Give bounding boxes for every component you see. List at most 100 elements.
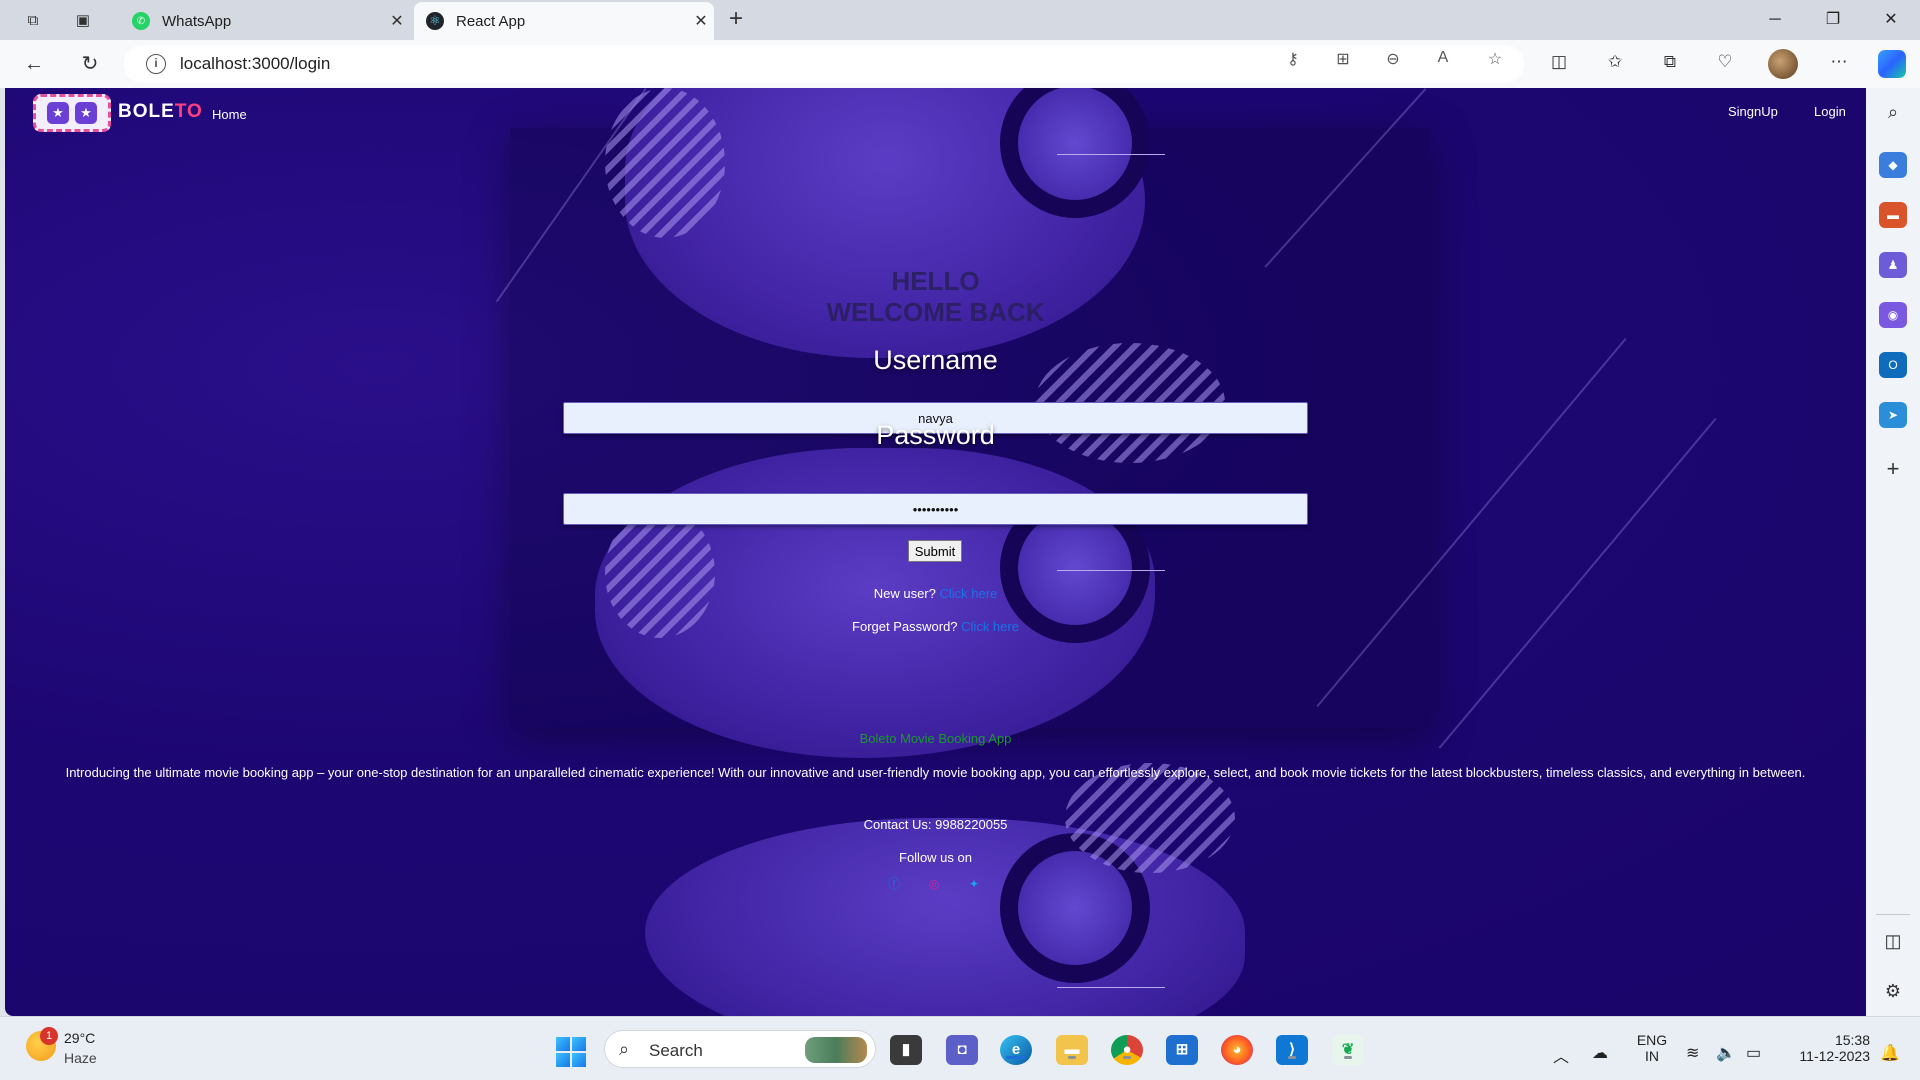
date-text: 11-12-2023 xyxy=(1799,1048,1870,1064)
more-menu-icon[interactable]: ⋯ xyxy=(1826,52,1852,76)
region-code: IN xyxy=(1645,1048,1659,1064)
read-aloud-icon[interactable]: A xyxy=(1432,49,1454,69)
close-tab-icon[interactable]: ✕ xyxy=(384,11,410,31)
submit-button[interactable]: Submit xyxy=(908,540,962,562)
teams-icon[interactable]: ◘ xyxy=(946,1035,978,1065)
ticket-star-icon: ★ xyxy=(75,102,97,124)
tab-whatsapp[interactable]: ✆ WhatsApp ✕ xyxy=(120,2,410,40)
password-key-icon[interactable]: ⚷ xyxy=(1282,49,1304,69)
new-user-text: New user? xyxy=(873,586,936,601)
tools-icon[interactable]: ▬ xyxy=(1879,202,1907,228)
url-text[interactable]: localhost:3000/login xyxy=(180,54,330,74)
page-viewport: ★ ★ BOLETO Home SingnUp Login HELLO WELC… xyxy=(5,88,1866,1016)
file-explorer-icon[interactable]: ▬ xyxy=(1056,1035,1088,1065)
hide-sidebar-icon[interactable]: ◫ xyxy=(1879,931,1907,957)
app-available-icon[interactable]: ⊞ xyxy=(1332,49,1354,69)
nav-signup-link[interactable]: SingnUp xyxy=(1728,104,1778,119)
split-screen-icon[interactable]: ◫ xyxy=(1546,52,1572,76)
running-app-indicator xyxy=(1068,1056,1076,1059)
shopping-icon[interactable]: ◆ xyxy=(1879,152,1907,178)
active-app-indicator xyxy=(1006,1056,1026,1059)
mongodb-compass-icon[interactable]: ❦ xyxy=(1332,1035,1364,1065)
vscode-icon[interactable]: ⟩ xyxy=(1276,1035,1308,1065)
search-highlight-image xyxy=(805,1037,867,1063)
outlook-icon[interactable]: O xyxy=(1879,352,1907,378)
instagram-icon[interactable]: ◎ xyxy=(927,877,941,891)
onedrive-error-icon[interactable]: ☁ xyxy=(1592,1043,1608,1063)
weather-notification-badge: 1 xyxy=(40,1027,58,1045)
minimize-button[interactable]: ─ xyxy=(1752,6,1798,34)
search-label: Search xyxy=(649,1041,703,1060)
microsoft-store-icon[interactable]: ⊞ xyxy=(1166,1035,1198,1065)
forget-password-text: Forget Password? xyxy=(852,619,958,634)
workspaces-icon[interactable]: ⧉ xyxy=(20,8,46,32)
refresh-button[interactable]: ↻ xyxy=(76,50,104,78)
restore-button[interactable]: ❐ xyxy=(1810,6,1856,34)
search-icon[interactable]: ⌕ xyxy=(1879,102,1907,128)
add-icon[interactable]: + xyxy=(1879,456,1907,482)
favorites-icon[interactable]: ✩ xyxy=(1602,52,1628,76)
twitter-icon[interactable]: ✦ xyxy=(967,877,981,891)
favorite-star-icon[interactable]: ☆ xyxy=(1484,49,1506,69)
browser-essentials-icon[interactable]: ♡ xyxy=(1712,52,1738,76)
whatsapp-icon: ✆ xyxy=(132,12,150,30)
taskbar-search[interactable]: ⌕ Search xyxy=(604,1030,876,1068)
tab-title: React App xyxy=(456,12,526,30)
footer-contact: Contact Us: 9988220055 xyxy=(863,817,1008,832)
show-hidden-icons-icon[interactable]: ︿ xyxy=(1553,1043,1569,1067)
weather-description[interactable]: Haze xyxy=(64,1050,97,1066)
greeting-welcome: WELCOME BACK xyxy=(826,297,1045,327)
password-label: Password xyxy=(876,420,995,450)
close-tab-icon[interactable]: ✕ xyxy=(688,11,714,31)
address-bar[interactable]: i localhost:3000/login xyxy=(124,45,1524,83)
facebook-icon[interactable]: ⓕ xyxy=(887,877,901,891)
task-view-icon[interactable]: ▮ xyxy=(890,1035,922,1065)
running-app-indicator xyxy=(1344,1056,1352,1059)
edge-icon[interactable]: e xyxy=(1000,1035,1032,1065)
battery-icon[interactable]: ▭ xyxy=(1746,1043,1761,1063)
profile-avatar[interactable] xyxy=(1768,49,1798,79)
background-line xyxy=(1438,418,1717,749)
firefox-icon[interactable]: ◕ xyxy=(1221,1035,1253,1065)
boleto-logo[interactable]: ★ ★ xyxy=(33,94,111,132)
background-stripes xyxy=(605,88,725,238)
forget-password-line: Forget Password? Click here xyxy=(5,619,1866,634)
signup-click-here-link[interactable]: Click here xyxy=(939,586,997,601)
new-tab-button[interactable]: + xyxy=(722,6,750,34)
address-toolbar: ← ↻ i localhost:3000/login ⚷ ⊞ ⊖ A ☆ ◫ ✩… xyxy=(0,40,1920,88)
weather-temperature[interactable]: 29°C xyxy=(64,1030,95,1046)
brand-name[interactable]: BOLETO xyxy=(118,101,203,123)
nav-home-link[interactable]: Home xyxy=(212,107,247,122)
nav-login-link[interactable]: Login xyxy=(1814,104,1846,119)
zoom-icon[interactable]: ⊖ xyxy=(1382,49,1404,69)
games-icon[interactable]: ♟ xyxy=(1879,252,1907,278)
background-line xyxy=(1057,987,1165,988)
copilot-icon[interactable] xyxy=(1878,50,1906,78)
settings-gear-icon[interactable]: ⚙ xyxy=(1879,981,1907,1007)
background-line xyxy=(1057,154,1165,155)
username-label: Username xyxy=(873,345,998,375)
collections-icon[interactable]: ⧉ xyxy=(1657,52,1683,76)
password-input[interactable] xyxy=(563,493,1308,525)
footer-follow: Follow us on xyxy=(899,850,972,865)
edge-sidebar: ⌕ ◆ ▬ ♟ ◉ O ➤ + ◫ ⚙ xyxy=(1866,88,1920,1016)
chrome-icon[interactable]: ● xyxy=(1111,1035,1143,1065)
clock[interactable]: 15:38 11-12-2023 xyxy=(1786,1032,1870,1064)
site-info-icon[interactable]: i xyxy=(146,54,166,74)
footer-title: Boleto Movie Booking App xyxy=(859,731,1012,746)
forget-password-link[interactable]: Click here xyxy=(961,619,1019,634)
volume-icon[interactable]: 🔈 xyxy=(1716,1043,1736,1063)
wifi-icon[interactable]: ≋ xyxy=(1686,1043,1699,1063)
close-window-button[interactable]: ✕ xyxy=(1868,6,1914,34)
language-indicator[interactable]: ENG IN xyxy=(1632,1032,1672,1064)
react-icon: ⚛ xyxy=(426,12,444,30)
tab-actions-icon[interactable]: ▣ xyxy=(70,8,96,32)
microsoft-365-icon[interactable]: ◉ xyxy=(1879,302,1907,328)
back-button[interactable]: ← xyxy=(20,50,48,78)
notifications-bell-icon[interactable]: 🔔 xyxy=(1880,1043,1900,1063)
windows-start-icon[interactable] xyxy=(556,1037,586,1067)
browser-tab-strip: ⧉ ▣ ✆ WhatsApp ✕ ⚛ React App ✕ + ─ ❐ ✕ xyxy=(0,0,1920,40)
running-app-indicator xyxy=(1288,1056,1296,1059)
drop-icon[interactable]: ➤ xyxy=(1879,402,1907,428)
tab-react-app[interactable]: ⚛ React App ✕ xyxy=(414,2,714,40)
